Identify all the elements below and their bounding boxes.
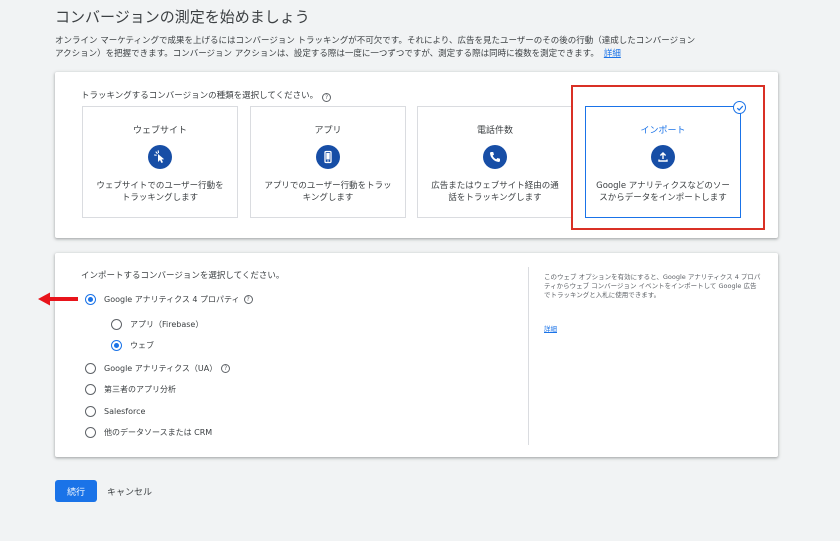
option-ga4[interactable]: Google アナリティクス 4 プロパティ? bbox=[85, 294, 253, 305]
tile-phone-calls[interactable]: 電話件数 広告またはウェブサイト経由の通話をトラッキングします bbox=[417, 106, 573, 218]
option-third-party-app[interactable]: 第三者のアプリ分析 bbox=[85, 384, 176, 395]
check-icon bbox=[733, 101, 746, 114]
tile-title: アプリ bbox=[314, 126, 342, 136]
tile-import[interactable]: インポート Google アナリティクスなどのソースからデータをインポートします bbox=[585, 101, 746, 218]
help-icon[interactable]: ? bbox=[243, 295, 253, 304]
conversion-type-card: トラッキングするコンバージョンの種類を選択してください。? ウェブサイト ウェブ… bbox=[55, 72, 778, 238]
option-label: Google アナリティクス 4 プロパティ bbox=[104, 295, 240, 304]
intro-line-2: アクション）を把握できます。コンバージョン アクションは、設定する際は一度に一つ… bbox=[55, 49, 621, 59]
radio-button[interactable] bbox=[111, 319, 122, 330]
option-label: Google アナリティクス（UA） bbox=[104, 364, 218, 373]
tile-title: インポート bbox=[640, 126, 686, 136]
upload-icon bbox=[651, 145, 675, 169]
side-details-link[interactable]: 詳細 bbox=[544, 323, 557, 333]
option-label: Salesforce bbox=[104, 407, 146, 416]
radio-button[interactable] bbox=[111, 340, 122, 351]
option-label: 他のデータソースまたは CRM bbox=[104, 428, 213, 437]
radio-button[interactable] bbox=[85, 406, 96, 417]
divider bbox=[528, 267, 529, 445]
intro-line-1: オンライン マーケティングで成果を上げるにはコンバージョン トラッキングが不可欠… bbox=[55, 36, 696, 46]
tile-description: アプリでのユーザー行動をトラッキングします bbox=[264, 181, 392, 203]
tile-website[interactable]: ウェブサイト ウェブサイトでのユーザー行動をトラッキングします bbox=[82, 106, 238, 218]
radio-button[interactable] bbox=[85, 294, 96, 305]
cancel-button[interactable]: キャンセル bbox=[107, 480, 152, 502]
option-other-crm[interactable]: 他のデータソースまたは CRM bbox=[85, 427, 212, 438]
option-web[interactable]: ウェブ bbox=[111, 340, 154, 351]
conversion-type-prompt: トラッキングするコンバージョンの種類を選択してください。? bbox=[81, 89, 332, 102]
side-note: このウェブ オプションを有効にすると、Google アナリティクス 4 プロパテ… bbox=[544, 273, 761, 299]
details-link[interactable]: 詳細 bbox=[604, 49, 621, 59]
help-icon[interactable]: ? bbox=[221, 364, 231, 373]
import-source-prompt: インポートするコンバージョンを選択してください。 bbox=[81, 271, 285, 281]
import-source-card: インポートするコンバージョンを選択してください。 Google アナリティクス … bbox=[55, 253, 778, 457]
tile-app[interactable]: アプリ アプリでのユーザー行動をトラッキングします bbox=[250, 106, 406, 218]
option-ga-ua[interactable]: Google アナリティクス（UA）? bbox=[85, 363, 231, 374]
tile-title: 電話件数 bbox=[476, 126, 513, 136]
radio-button[interactable] bbox=[85, 363, 96, 374]
tile-description: Google アナリティクスなどのソースからデータをインポートします bbox=[596, 181, 730, 203]
page-title: コンバージョンの測定を始めましょう bbox=[55, 8, 310, 26]
intro-text: オンライン マーケティングで成果を上げるにはコンバージョン トラッキングが不可欠… bbox=[55, 35, 785, 61]
tile-description: ウェブサイトでのユーザー行動をトラッキングします bbox=[96, 181, 224, 203]
radio-button[interactable] bbox=[85, 384, 96, 395]
continue-button[interactable]: 続行 bbox=[55, 480, 97, 502]
radio-button[interactable] bbox=[85, 427, 96, 438]
tile-description: 広告またはウェブサイト経由の通話をトラッキングします bbox=[431, 181, 559, 203]
option-label: ウェブ bbox=[130, 341, 154, 350]
option-salesforce[interactable]: Salesforce bbox=[85, 406, 145, 417]
tile-title: ウェブサイト bbox=[132, 126, 187, 136]
option-label: アプリ（Firebase） bbox=[130, 320, 204, 329]
help-icon[interactable]: ? bbox=[322, 93, 332, 102]
red-arrow-icon bbox=[38, 292, 78, 306]
phone-icon bbox=[316, 145, 340, 169]
call-icon bbox=[483, 145, 507, 169]
cursor-click-icon bbox=[148, 145, 172, 169]
option-label: 第三者のアプリ分析 bbox=[104, 385, 176, 394]
option-app-firebase[interactable]: アプリ（Firebase） bbox=[111, 319, 203, 330]
